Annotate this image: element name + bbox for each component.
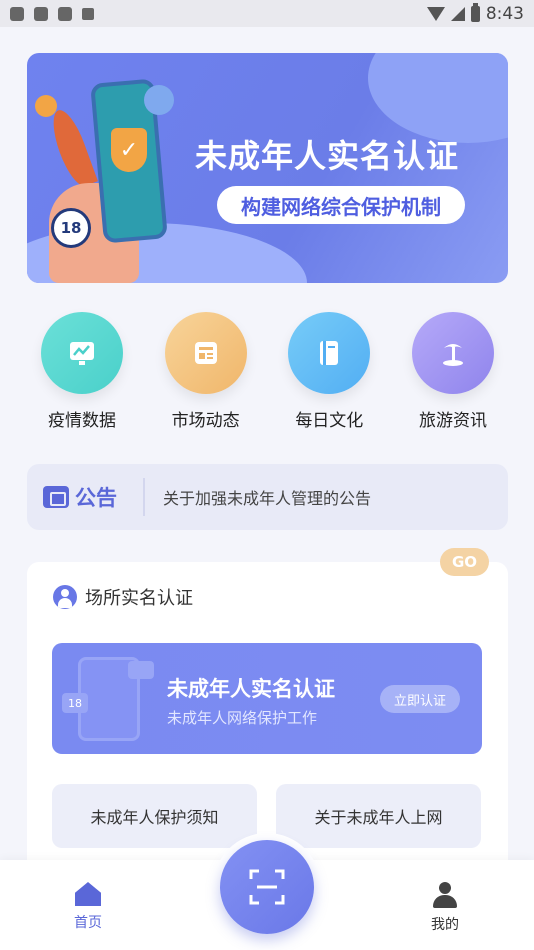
scan-icon [249, 869, 285, 905]
banner-subtitle: 构建网络综合保护机制 [217, 186, 465, 224]
signal-icon [450, 6, 465, 21]
lock-icon [144, 85, 174, 115]
person-icon [53, 585, 77, 609]
venue-verification-card: 场所实名认证 18 未成年人实名认证 未成年人网络保护工作 立即认证 未成年人保… [27, 562, 508, 872]
age-18-icon: 18 [62, 693, 88, 713]
shield-check-icon: ✓ [111, 128, 147, 172]
font-icon [82, 7, 94, 20]
grid-item-label: 每日文化 [295, 411, 364, 431]
minor-protection-notice-link[interactable]: 未成年人保护须知 [52, 784, 257, 848]
status-icons-right: 8:43 [426, 2, 524, 24]
grid-item-market-news[interactable]: 市场动态 [151, 312, 261, 431]
grid-item-label: 旅游资讯 [418, 411, 487, 431]
notice-tag-label: 公告 [75, 486, 117, 510]
book-icon [288, 312, 371, 394]
nav-mine-label: 我的 [431, 917, 459, 933]
notice-bar[interactable]: 公告 关于加强未成年人管理的公告 [27, 464, 508, 530]
nav-home-label: 首页 [74, 915, 102, 931]
banner-wave [368, 53, 508, 143]
scan-button[interactable] [220, 840, 314, 934]
id-card-icon [128, 661, 154, 679]
status-bar: 8:43 [0, 0, 534, 27]
verify-subtitle: 未成年人网络保护工作 [167, 709, 318, 727]
card-title: 场所实名认证 [85, 588, 193, 609]
user-icon [433, 882, 457, 908]
feature-grid: 疫情数据 市场动态 每日文化 旅游资讯 [27, 312, 508, 431]
verify-now-button[interactable]: 立即认证 [380, 685, 460, 713]
age-18-badge: 18 [51, 208, 91, 248]
scan-button-wrap [213, 833, 321, 941]
leaf-decoration [46, 105, 98, 191]
grid-item-label: 市场动态 [171, 411, 240, 431]
battery-icon [470, 2, 480, 22]
announcement-icon [43, 486, 69, 508]
minor-verification-panel[interactable]: 18 未成年人实名认证 未成年人网络保护工作 立即认证 [52, 643, 482, 754]
minor-internet-link[interactable]: 关于未成年人上网 [276, 784, 481, 848]
home-icon [75, 882, 101, 906]
banner-title: 未成年人实名认证 [195, 137, 460, 175]
bag-icon [34, 6, 48, 21]
notice-text[interactable]: 关于加强未成年人管理的公告 [163, 485, 371, 509]
promo-banner[interactable]: ✓ 18 未成年人实名认证 构建网络综合保护机制 [27, 53, 508, 283]
chart-icon [41, 312, 123, 394]
nav-mine[interactable]: 我的 [405, 882, 485, 934]
nav-home[interactable]: 首页 [48, 882, 128, 932]
wifi-icon [426, 6, 445, 21]
verify-title: 未成年人实名认证 [167, 677, 335, 701]
go-badge[interactable]: GO [440, 548, 489, 576]
palm-tree-icon [411, 312, 494, 394]
grid-item-travel-info[interactable]: 旅游资讯 [398, 312, 508, 431]
status-icons-left [10, 6, 94, 21]
status-time: 8:43 [485, 3, 524, 24]
square-icon [58, 6, 72, 21]
card-header: 场所实名认证 [53, 584, 193, 610]
news-icon [164, 312, 247, 394]
grid-item-daily-culture[interactable]: 每日文化 [274, 312, 384, 431]
mail-icon [10, 6, 24, 21]
grid-item-epidemic-data[interactable]: 疫情数据 [27, 312, 137, 431]
grid-item-label: 疫情数据 [48, 411, 116, 431]
notice-tag: 公告 [27, 478, 145, 516]
